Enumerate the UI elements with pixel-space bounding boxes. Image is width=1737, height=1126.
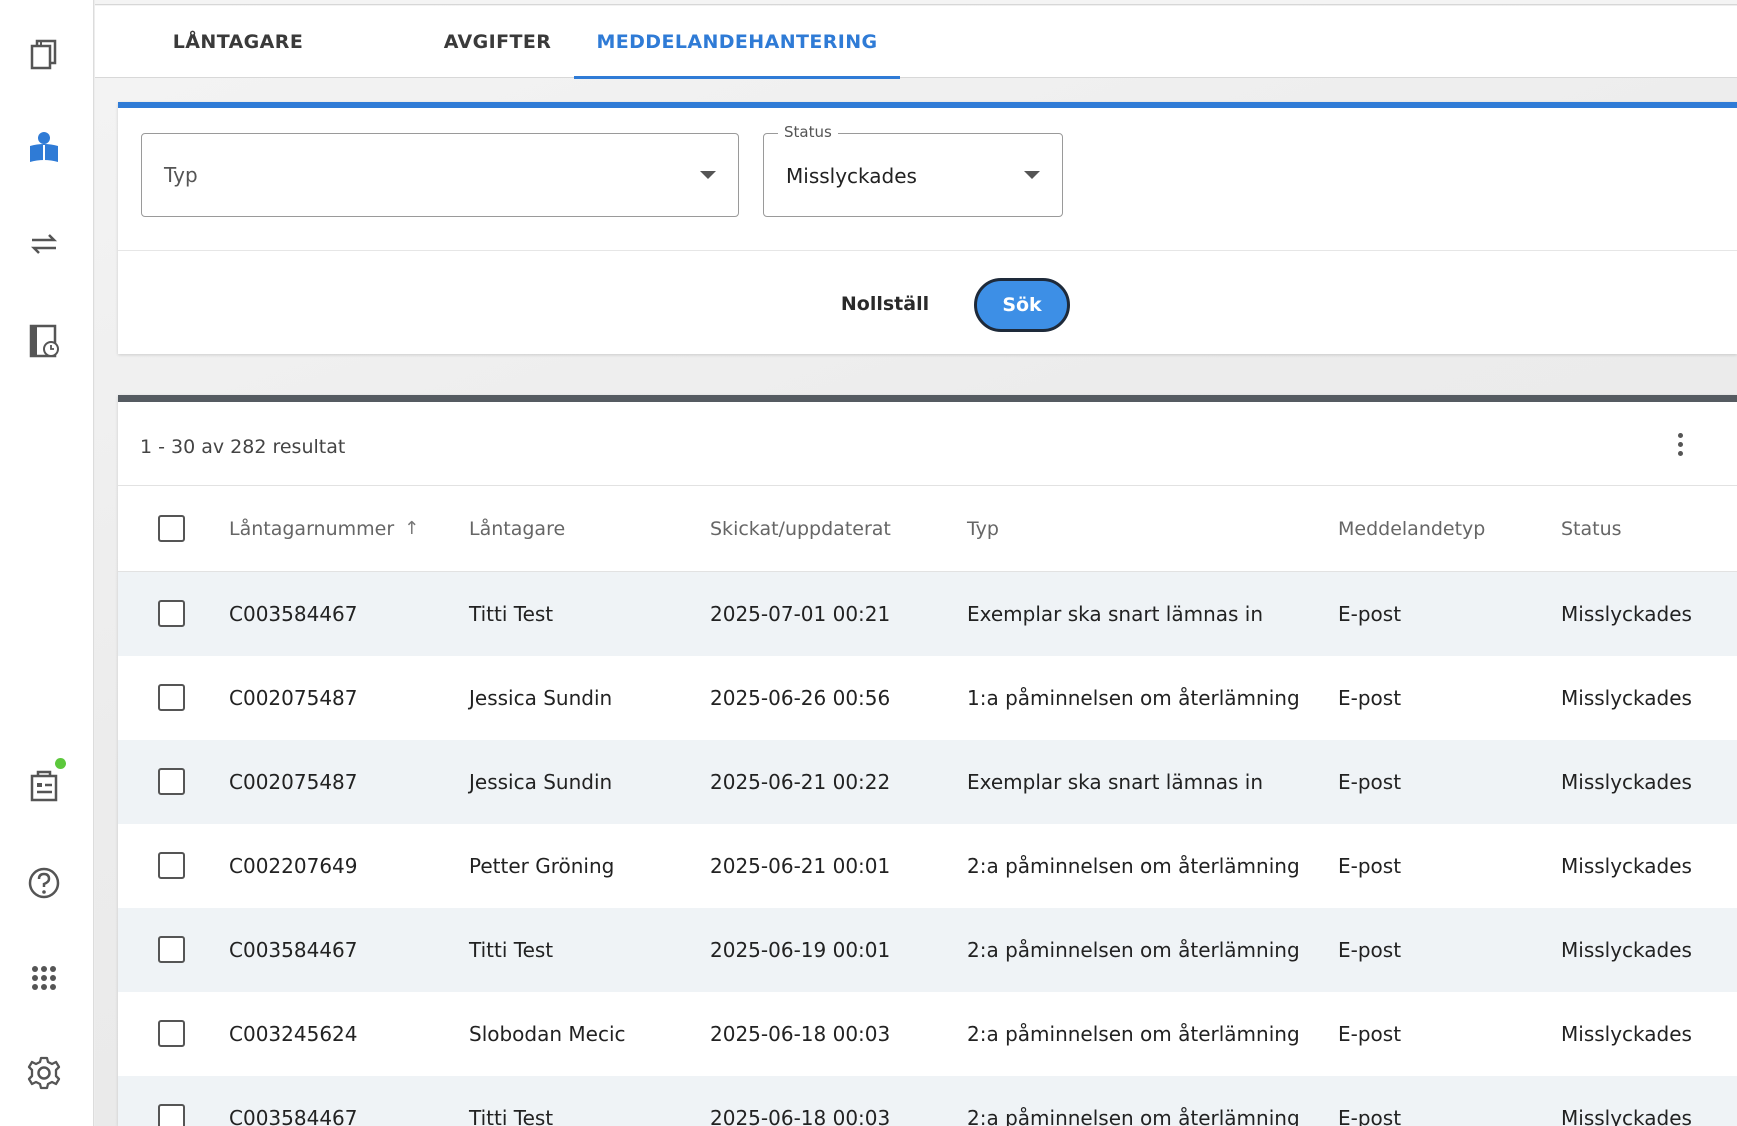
table-header: Låntagarnummer ↑ Låntagare Skickat/uppda… (118, 485, 1737, 572)
table-row[interactable]: C003584467 Titti Test 2025-06-19 00:01 2:a … (118, 908, 1737, 992)
apps-icon[interactable] (24, 958, 64, 998)
catalog-icon[interactable] (24, 34, 64, 74)
sort-ascending-icon: ↑ (404, 518, 420, 539)
cell-type: 2:a påminnelsen om återlämning (967, 1022, 1300, 1046)
table-body: C003584467 Titti Test 2025-07-01 00:21 Exem… (118, 572, 1737, 1126)
table-row[interactable]: C002075487 Jessica Sundin 2025-06-21 00:22… (118, 740, 1737, 824)
cell-borrower-number: C003584467 (229, 938, 358, 962)
tab-borrowers[interactable]: LÅNTAGARE (130, 6, 346, 78)
row-checkbox[interactable] (158, 684, 185, 711)
cell-borrower: Jessica Sundin (469, 686, 613, 710)
status-select[interactable]: Status Misslyckades (763, 123, 1063, 217)
chevron-down-icon (1024, 171, 1040, 179)
row-checkbox[interactable] (158, 1104, 185, 1126)
help-icon[interactable] (24, 863, 64, 903)
search-button[interactable]: Sök (974, 278, 1070, 332)
cell-type: 2:a påminnelsen om återlämning (967, 1106, 1300, 1126)
row-checkbox[interactable] (158, 852, 185, 879)
row-checkbox[interactable] (158, 936, 185, 963)
table-row[interactable]: C002075487 Jessica Sundin 2025-06-26 00:56… (118, 656, 1737, 740)
filter-divider (118, 250, 1737, 251)
cell-message-type: E-post (1338, 854, 1402, 878)
cell-status: Misslyckades (1561, 770, 1692, 794)
status-select-label: Status (778, 123, 838, 141)
cell-message-type: E-post (1338, 938, 1402, 962)
column-header-message-type[interactable]: Meddelandetyp (1338, 486, 1485, 571)
tab-message-management[interactable]: MEDDELANDEHANTERING (574, 6, 900, 79)
cell-borrower: Petter Gröning (469, 854, 615, 878)
column-header-status[interactable]: Status (1561, 486, 1622, 571)
cell-status: Misslyckades (1561, 1022, 1692, 1046)
cell-sent-updated: 2025-07-01 00:21 (710, 602, 891, 626)
cell-sent-updated: 2025-06-21 00:22 (710, 770, 891, 794)
chevron-down-icon (700, 171, 716, 179)
cell-borrower-number: C002075487 (229, 770, 358, 794)
tab-fees[interactable]: AVGIFTER (405, 6, 590, 78)
cell-message-type: E-post (1338, 770, 1402, 794)
results-table: Låntagarnummer ↑ Låntagare Skickat/uppda… (118, 485, 1737, 1126)
row-checkbox[interactable] (158, 1020, 185, 1047)
cell-borrower-number: C002207649 (229, 854, 358, 878)
cell-status: Misslyckades (1561, 686, 1692, 710)
type-select-placeholder: Typ (164, 163, 198, 187)
table-row[interactable]: C003584467 Titti Test 2025-06-18 00:03 2:a … (118, 1076, 1737, 1126)
results-panel: 1 - 30 av 282 resultat Låntagarnummer ↑ … (118, 395, 1737, 1126)
column-header-label: Låntagarnummer (229, 517, 395, 540)
cell-borrower: Titti Test (469, 1106, 554, 1126)
history-icon[interactable] (24, 321, 64, 361)
row-checkbox[interactable] (158, 768, 185, 795)
cell-sent-updated: 2025-06-18 00:03 (710, 1022, 891, 1046)
cell-type: 1:a påminnelsen om återlämning (967, 686, 1300, 710)
cell-type: Exemplar ska snart lämnas in (967, 602, 1264, 626)
main-content: LÅNTAGARE AVGIFTER MEDDELANDEHANTERING T… (95, 0, 1737, 1126)
cell-type: 2:a påminnelsen om återlämning (967, 854, 1300, 878)
cell-borrower: Slobodan Mecic (469, 1022, 626, 1046)
table-row[interactable]: C003245624 Slobodan Mecic 2025-06-18 00:03… (118, 992, 1737, 1076)
results-count: 1 - 30 av 282 resultat (140, 436, 346, 458)
cell-sent-updated: 2025-06-26 00:56 (710, 686, 891, 710)
table-row[interactable]: C003584467 Titti Test 2025-07-01 00:21 Exem… (118, 572, 1737, 656)
cell-borrower-number: C003584467 (229, 602, 358, 626)
settings-icon[interactable] (24, 1053, 64, 1093)
cell-message-type: E-post (1338, 1022, 1402, 1046)
row-checkbox[interactable] (158, 600, 185, 627)
borrower-icon[interactable] (24, 128, 64, 168)
cell-borrower: Titti Test (469, 602, 554, 626)
cell-status: Misslyckades (1561, 854, 1692, 878)
filter-panel: Typ Status Misslyckades Nollställ Sök (118, 102, 1737, 354)
top-divider (95, 0, 1737, 5)
transfer-icon[interactable] (24, 224, 64, 264)
cell-type: 2:a påminnelsen om återlämning (967, 938, 1300, 962)
cell-message-type: E-post (1338, 1106, 1402, 1126)
cell-status: Misslyckades (1561, 938, 1692, 962)
cell-borrower-number: C003245624 (229, 1022, 358, 1046)
cell-status: Misslyckades (1561, 1106, 1692, 1126)
cell-sent-updated: 2025-06-18 00:03 (710, 1106, 891, 1126)
reports-icon[interactable] (24, 758, 66, 806)
column-header-borrower[interactable]: Låntagare (469, 486, 565, 571)
reset-button[interactable]: Nollställ (818, 278, 952, 330)
column-header-borrower-number[interactable]: Låntagarnummer ↑ (229, 486, 419, 571)
status-select-value: Misslyckades (786, 164, 917, 188)
cell-message-type: E-post (1338, 602, 1402, 626)
cell-borrower-number: C002075487 (229, 686, 358, 710)
table-row[interactable]: C002207649 Petter Gröning 2025-06-21 00:01… (118, 824, 1737, 908)
column-header-type[interactable]: Typ (967, 486, 999, 571)
select-all-checkbox[interactable] (158, 514, 185, 542)
more-options-icon[interactable] (1673, 430, 1687, 462)
column-header-sent-updated[interactable]: Skickat/uppdaterat (710, 486, 891, 571)
cell-message-type: E-post (1338, 686, 1402, 710)
sidebar (0, 0, 94, 1126)
type-select[interactable]: Typ (141, 133, 739, 217)
cell-borrower: Jessica Sundin (469, 770, 613, 794)
cell-status: Misslyckades (1561, 602, 1692, 626)
cell-sent-updated: 2025-06-21 00:01 (710, 854, 891, 878)
cell-type: Exemplar ska snart lämnas in (967, 770, 1264, 794)
notification-dot (55, 758, 66, 769)
cell-sent-updated: 2025-06-19 00:01 (710, 938, 891, 962)
cell-borrower: Titti Test (469, 938, 554, 962)
tab-bar: LÅNTAGARE AVGIFTER MEDDELANDEHANTERING (95, 6, 1737, 79)
cell-borrower-number: C003584467 (229, 1106, 358, 1126)
